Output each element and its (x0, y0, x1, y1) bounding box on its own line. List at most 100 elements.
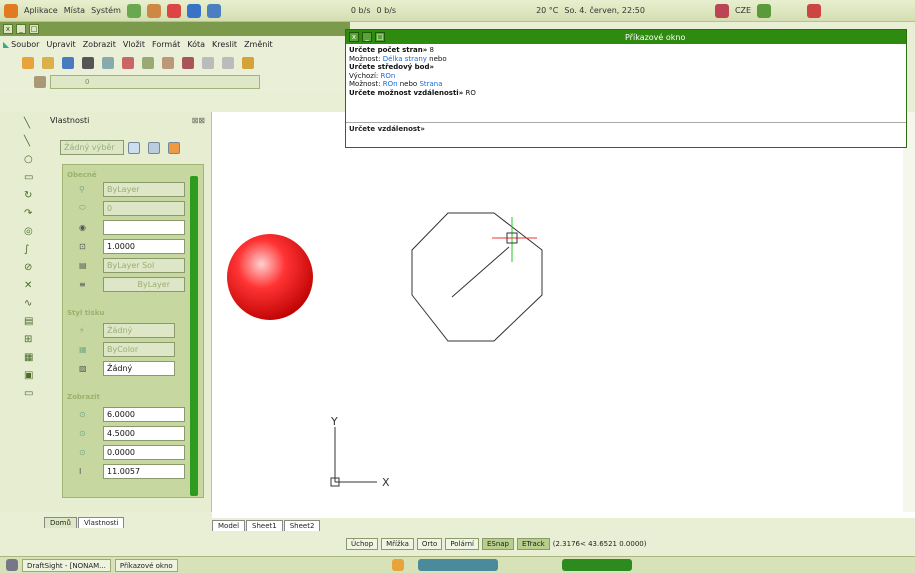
minimize-icon[interactable]: _ (16, 24, 26, 34)
launcher-icon[interactable] (146, 3, 161, 18)
menu-modify[interactable]: Změnit (244, 40, 273, 49)
workspace-switcher[interactable] (417, 559, 498, 571)
minimize-icon[interactable]: _ (362, 32, 372, 42)
network-manager-icon[interactable] (757, 3, 772, 18)
task-draftsight[interactable]: DraftSight - [NONAM... (22, 558, 111, 572)
cmd-option-link[interactable]: ROn (381, 72, 396, 80)
tab-sheet1[interactable]: Sheet1 (246, 519, 283, 531)
linetype-field[interactable] (103, 219, 185, 235)
menu-insert[interactable]: Vložit (123, 40, 145, 49)
menu-format[interactable]: Formát (152, 40, 180, 49)
snap-button[interactable]: Úchop (346, 538, 379, 550)
paste-icon[interactable] (162, 57, 174, 69)
cmd-option-link[interactable]: ROn (383, 80, 398, 88)
tab-properties[interactable]: Vlastnosti (77, 516, 125, 528)
tab-home[interactable]: Domů (44, 516, 77, 528)
polar-button[interactable]: Polární (445, 538, 479, 550)
maximize-icon[interactable]: □ (29, 24, 39, 34)
tab-sheet2[interactable]: Sheet2 (283, 519, 321, 531)
cmd-option-link[interactable]: Délka strany (383, 55, 427, 63)
menu-system[interactable]: Systém (91, 6, 121, 15)
table-icon[interactable]: ▦ (24, 352, 36, 364)
center-x-field[interactable]: 6.0000 (103, 406, 185, 422)
rectangle-icon[interactable]: ▭ (24, 172, 36, 184)
layer-field[interactable]: 0 (103, 200, 185, 216)
print-style-field[interactable]: Žádný (103, 322, 175, 338)
launcher-icon[interactable] (206, 3, 221, 18)
linestyle-field[interactable]: ByLayer (103, 276, 185, 292)
match-properties-icon[interactable] (182, 57, 194, 69)
section-view[interactable]: Zobrazit (67, 393, 203, 401)
save-icon[interactable] (62, 57, 74, 69)
ellipse-icon[interactable]: ⊘ (24, 262, 36, 274)
close-icon[interactable]: x (349, 32, 359, 42)
donut-icon[interactable]: ◎ (24, 226, 36, 238)
line-icon[interactable]: ╲ (24, 118, 36, 130)
menu-applications[interactable]: Aplikace (24, 6, 58, 15)
point-icon[interactable]: ✕ (24, 280, 36, 292)
firefox-icon[interactable] (166, 3, 181, 18)
arc-icon[interactable]: ↻ (24, 190, 36, 202)
weather[interactable]: 20 °C (536, 6, 558, 15)
tab-model[interactable]: Model (212, 519, 246, 531)
print-icon[interactable] (82, 57, 94, 69)
circle-icon[interactable]: ○ (24, 154, 36, 166)
lineweight-field[interactable]: ByLayer Sol (103, 257, 185, 273)
workspace-switcher[interactable] (561, 559, 632, 571)
print-color-field[interactable]: ByColor (103, 341, 175, 357)
new-icon[interactable] (22, 57, 34, 69)
center-y-field[interactable]: 4.5000 (103, 425, 185, 441)
print-preview-icon[interactable] (102, 57, 114, 69)
center-z-field[interactable]: 0.0000 (103, 444, 185, 460)
section-general[interactable]: Obecné (67, 171, 203, 179)
selection-select[interactable]: Žádný výběr (60, 140, 124, 155)
red-sphere[interactable] (227, 234, 313, 320)
polyline-icon[interactable]: ╲ (24, 136, 36, 148)
copy-icon[interactable] (142, 57, 154, 69)
spline-icon[interactable]: ∫ (24, 244, 36, 256)
select-objects-icon[interactable] (128, 141, 140, 154)
esnap-button[interactable]: ESnap (481, 538, 514, 550)
image-icon[interactable]: ▣ (24, 370, 36, 382)
color-field[interactable]: ByLayer (103, 181, 185, 197)
cmd-option-link[interactable]: Strana (419, 80, 442, 88)
toggle-pickadd-icon[interactable] (168, 141, 180, 154)
print-table-field[interactable]: Žádný (103, 360, 175, 376)
menu-file[interactable]: Soubor (11, 40, 39, 49)
drawing-canvas[interactable]: Y X (212, 112, 915, 518)
layer-manager-icon[interactable] (34, 76, 46, 88)
close-icon[interactable]: x (3, 24, 13, 34)
section-print-style[interactable]: Styl tisku (67, 309, 203, 317)
menu-view[interactable]: Zobrazit (83, 40, 116, 49)
arc-icon[interactable]: ↷ (24, 208, 36, 220)
redo-icon[interactable] (222, 57, 234, 69)
maximize-icon[interactable]: □ (375, 32, 385, 42)
users-icon[interactable] (714, 3, 729, 18)
gnome-foot-icon[interactable] (4, 3, 18, 18)
menu-dimension[interactable]: Kóta (187, 40, 205, 49)
etrack-button[interactable]: ETrack (517, 538, 550, 550)
keyboard-layout[interactable]: CZE (735, 6, 751, 15)
ortho-button[interactable]: Orto (416, 538, 443, 550)
hatch-icon[interactable]: ▤ (24, 316, 36, 328)
launcher-icon[interactable] (126, 3, 141, 18)
undo-icon[interactable] (202, 57, 214, 69)
command-input[interactable]: Určete vzdálenost» (346, 122, 906, 135)
menu-places[interactable]: Místa (64, 6, 85, 15)
linetype-scale-field[interactable]: 1.0000 (103, 238, 185, 254)
layer-select[interactable]: 0 (50, 75, 260, 89)
task-command-window[interactable]: Příkazové okno (114, 558, 178, 572)
launcher-icon[interactable] (186, 3, 201, 18)
freehand-icon[interactable]: ∿ (24, 298, 36, 310)
panel-close-icon[interactable]: ⊠⊠ (192, 116, 205, 125)
power-icon[interactable] (807, 3, 822, 18)
open-icon[interactable] (42, 57, 54, 69)
grid-button[interactable]: Mřížka (381, 538, 414, 550)
menu-draw[interactable]: Kreslit (212, 40, 237, 49)
tray-icon[interactable] (391, 559, 404, 571)
show-desktop-icon[interactable] (6, 559, 18, 571)
cut-icon[interactable] (122, 57, 134, 69)
text-icon[interactable]: ▭ (24, 388, 36, 400)
block-icon[interactable]: ⊞ (24, 334, 36, 346)
menu-edit[interactable]: Upravit (46, 40, 75, 49)
